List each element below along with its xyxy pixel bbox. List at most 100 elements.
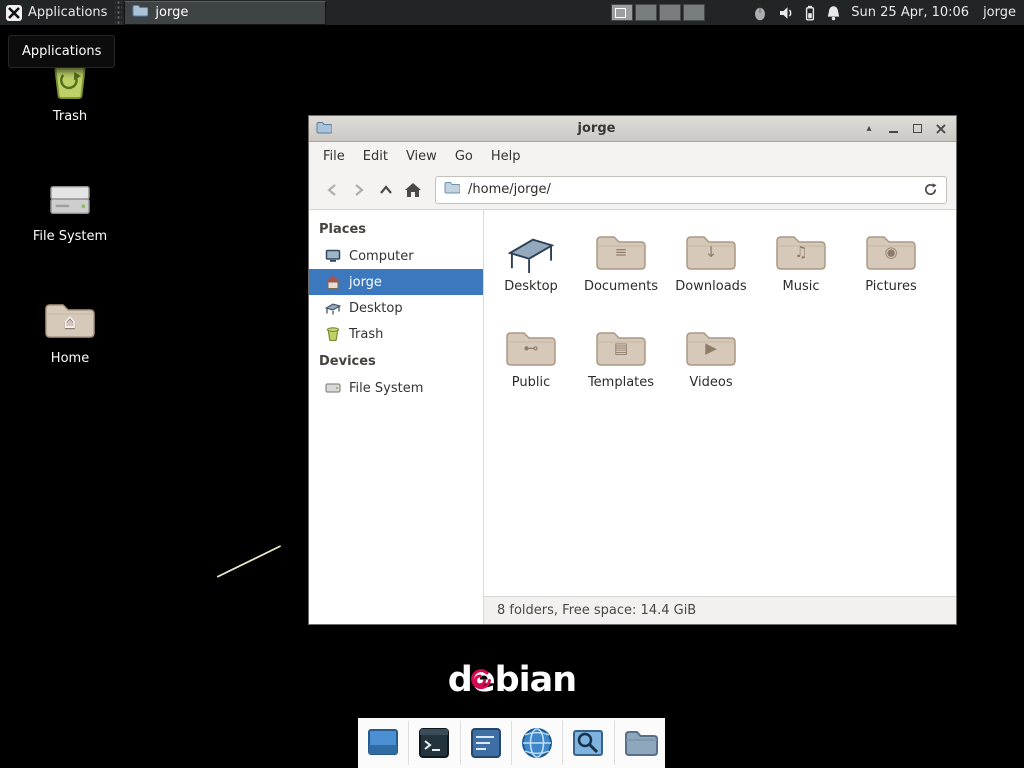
dock-separator [408, 721, 409, 765]
file-item-pictures[interactable]: ◉ Pictures [846, 224, 936, 320]
file-name: Templates [588, 375, 654, 390]
sidebar-item-filesystem[interactable]: File System [309, 375, 483, 401]
menu-view[interactable]: View [397, 144, 446, 169]
harddrive-icon [324, 382, 341, 394]
music-emblem-icon: ♫ [774, 245, 828, 260]
home-button[interactable] [399, 176, 426, 203]
panel-drag-handle[interactable] [115, 0, 122, 25]
reload-button[interactable] [923, 182, 938, 197]
debian-logo-text: debian [448, 660, 576, 700]
file-item-templates[interactable]: ▤ Templates [576, 320, 666, 416]
devices-header: Devices [309, 347, 483, 375]
taskbar-window-button[interactable]: jorge [124, 1, 326, 25]
menu-edit[interactable]: Edit [354, 144, 397, 169]
trash-icon [324, 327, 341, 341]
home-folder-icon: ⌂ [43, 294, 97, 342]
panel-username: jorge [983, 5, 1016, 20]
desktop-icon-label: File System [33, 229, 107, 244]
close-button[interactable]: × [933, 121, 949, 137]
sidebar-item-desktop[interactable]: Desktop [309, 295, 483, 321]
workspace-switcher [611, 4, 705, 21]
sidebar-item-computer[interactable]: Computer [309, 243, 483, 269]
places-header: Places [309, 215, 483, 243]
file-item-music[interactable]: ♫ Music [756, 224, 846, 320]
file-name: Downloads [675, 279, 746, 294]
dock-launcher-terminal[interactable] [414, 723, 454, 763]
desktop-icon-home[interactable]: ⌂ Home [22, 294, 118, 366]
computer-icon [324, 249, 341, 263]
maximize-button[interactable] [909, 121, 925, 137]
menu-go[interactable]: Go [446, 144, 482, 169]
file-manager-window: jorge ▴ × File Edit View Go Help [308, 115, 957, 625]
file-item-videos[interactable]: ▶ Videos [666, 320, 756, 416]
dock-launcher-file-manager[interactable] [620, 723, 660, 763]
dock-launcher-text-console[interactable] [466, 723, 506, 763]
volume-icon[interactable] [778, 5, 794, 21]
house-emblem-icon: ⌂ [43, 311, 97, 331]
file-icon-view[interactable]: Desktop ≡ Documents [484, 210, 956, 596]
file-name: Documents [584, 279, 658, 294]
file-item-public[interactable]: ⊷ Public [486, 320, 576, 416]
window-title: jorge [339, 121, 854, 136]
sidebar-item-jorge[interactable]: jorge [309, 269, 483, 295]
up-button[interactable] [372, 176, 399, 203]
shade-button[interactable]: ▴ [861, 121, 877, 137]
downloads-emblem-icon: ↓ [684, 245, 738, 260]
workspace-4[interactable] [683, 4, 705, 21]
menu-help[interactable]: Help [482, 144, 530, 169]
terminal-icon [416, 725, 452, 761]
desk-icon [504, 232, 558, 274]
dock-separator [460, 721, 461, 765]
video-emblem-icon: ▶ [684, 341, 738, 356]
back-button[interactable] [318, 176, 345, 203]
file-name: Videos [689, 375, 732, 390]
panel-clock[interactable]: Sun 25 Apr, 10:06 [851, 5, 969, 20]
applications-menu-icon [6, 5, 22, 21]
location-bar[interactable]: /home/jorge/ [435, 176, 947, 204]
battery-icon[interactable] [805, 5, 815, 21]
location-path: /home/jorge/ [468, 182, 551, 197]
menu-file[interactable]: File [314, 144, 354, 169]
window-titlebar[interactable]: jorge ▴ × [309, 116, 956, 142]
folder-icon: ▶ [684, 328, 738, 370]
applications-menu-button[interactable]: Applications [0, 0, 115, 25]
sidebar-item-label: Trash [349, 327, 383, 342]
file-item-downloads[interactable]: ↓ Downloads [666, 224, 756, 320]
workspace-2[interactable] [635, 4, 657, 21]
forward-button[interactable] [345, 176, 372, 203]
location-folder-icon [444, 181, 460, 198]
notifications-bell-icon[interactable] [826, 5, 841, 21]
file-item-desktop[interactable]: Desktop [486, 224, 576, 320]
console-icon [468, 725, 504, 761]
desktop-icon-filesystem[interactable]: File System [22, 172, 118, 244]
sidebar-item-label: File System [349, 381, 423, 396]
dock-launcher-display-settings[interactable] [363, 723, 403, 763]
system-tray [753, 5, 841, 21]
file-name: Pictures [865, 279, 916, 294]
desktop-icon-label: Home [51, 351, 89, 366]
folder-icon: ▤ [594, 328, 648, 370]
desk-icon [324, 301, 341, 315]
file-name: Public [512, 375, 550, 390]
sidebar-item-trash[interactable]: Trash [309, 321, 483, 347]
sidebar: Places Computer jorge [309, 210, 484, 624]
minimize-button[interactable] [885, 121, 901, 137]
workspace-3[interactable] [659, 4, 681, 21]
dock-launcher-application-finder[interactable] [568, 723, 608, 763]
share-emblem-icon: ⊷ [504, 341, 558, 356]
workspace-1[interactable] [611, 4, 633, 21]
sidebar-item-label: Computer [349, 249, 414, 264]
file-item-documents[interactable]: ≡ Documents [576, 224, 666, 320]
globe-icon [519, 725, 555, 761]
magnifier-icon [570, 725, 606, 761]
home-icon [324, 275, 341, 289]
debian-swirl-icon [469, 669, 491, 691]
statusbar: 8 folders, Free space: 14.4 GiB [484, 596, 956, 624]
mouse-icon[interactable] [753, 5, 767, 21]
folder-icon [622, 725, 658, 761]
dock-launcher-web-browser[interactable] [517, 723, 557, 763]
file-name: Desktop [504, 279, 558, 294]
menubar: File Edit View Go Help [309, 142, 956, 170]
sidebar-item-label: Desktop [349, 301, 403, 316]
file-name: Music [783, 279, 820, 294]
